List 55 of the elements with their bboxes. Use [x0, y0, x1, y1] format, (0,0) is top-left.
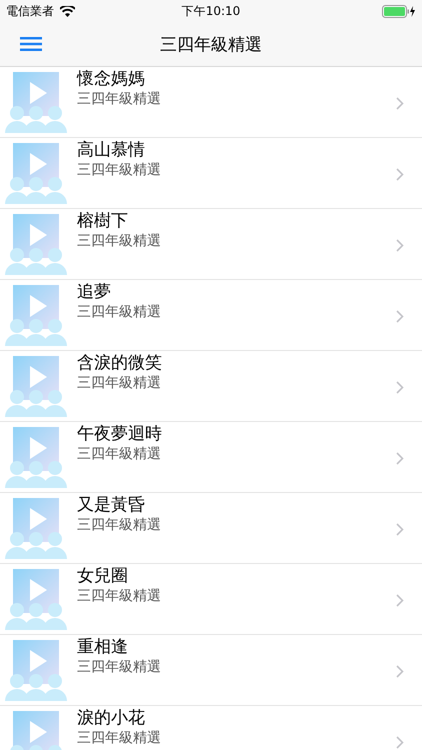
chevron-icon: [396, 168, 404, 180]
screen-title: 三四年級精選: [160, 34, 262, 56]
song-subtitle: 三四年級精選: [77, 161, 162, 179]
battery-icon: [382, 4, 416, 18]
song-subtitle: 三四年級精選: [77, 658, 162, 676]
song-title: 午夜夢迴時: [77, 423, 163, 445]
song-title: 女兒圈: [77, 565, 129, 587]
song-subtitle: 三四年級精選: [77, 587, 162, 605]
song-row[interactable]: 女兒圈 三四年級精選: [0, 564, 422, 635]
song-row[interactable]: 高山慕情 三四年級精選: [0, 138, 422, 209]
chevron-icon: [396, 736, 404, 748]
song-subtitle: 三四年級精選: [77, 516, 162, 534]
video-audience-icon: [5, 142, 67, 204]
chevron-icon: [396, 594, 404, 606]
song-row[interactable]: 重相逢 三四年級精選: [0, 635, 422, 706]
song-subtitle: 三四年級精選: [77, 374, 162, 392]
song-title: 懷念媽媽: [77, 68, 146, 90]
video-audience-icon: [5, 71, 67, 133]
song-title: 追夢: [77, 281, 112, 303]
song-title: 高山慕情: [77, 139, 146, 161]
wifi-icon: [60, 6, 75, 16]
song-row[interactable]: 含淚的微笑 三四年級精選: [0, 351, 422, 422]
song-row[interactable]: 追夢 三四年級精選: [0, 280, 422, 351]
video-audience-icon: [5, 568, 67, 630]
video-audience-icon: [5, 497, 67, 559]
chevron-icon: [396, 452, 404, 464]
song-row[interactable]: 淚的小花 三四年級精選: [0, 706, 422, 750]
video-audience-icon: [5, 639, 67, 701]
carrier-name: 電信業者: [6, 2, 54, 20]
video-audience-icon: [5, 355, 67, 417]
song-title: 又是黃昏: [77, 494, 146, 516]
menu-icon[interactable]: [20, 37, 42, 51]
chevron-icon: [396, 310, 404, 322]
song-subtitle: 三四年級精選: [77, 445, 162, 463]
song-subtitle: 三四年級精選: [77, 303, 162, 321]
song-subtitle: 三四年級精選: [77, 729, 162, 747]
song-row[interactable]: 榕樹下 三四年級精選: [0, 209, 422, 280]
video-audience-icon: [5, 284, 67, 346]
song-row[interactable]: 午夜夢迴時 三四年級精選: [0, 422, 422, 493]
chevron-icon: [396, 522, 404, 536]
song-row[interactable]: 又是黃昏 三四年級精選: [0, 493, 422, 564]
song-row[interactable]: 懷念媽媽 三四年級精選: [0, 67, 422, 138]
song-title: 榕樹下: [77, 210, 129, 232]
video-audience-icon: [5, 213, 67, 275]
song-title: 含淚的微笑: [77, 352, 163, 374]
chevron-icon: [396, 664, 404, 678]
song-subtitle: 三四年級精選: [77, 232, 162, 250]
song-title: 淚的小花: [77, 707, 146, 729]
video-audience-icon: [5, 426, 67, 488]
chevron-icon: [396, 238, 404, 252]
chevron-icon: [396, 96, 404, 110]
song-subtitle: 三四年級精選: [77, 90, 162, 108]
status-time: 下午10:10: [182, 2, 240, 20]
song-title: 重相逢: [77, 636, 129, 658]
chevron-icon: [396, 380, 404, 394]
